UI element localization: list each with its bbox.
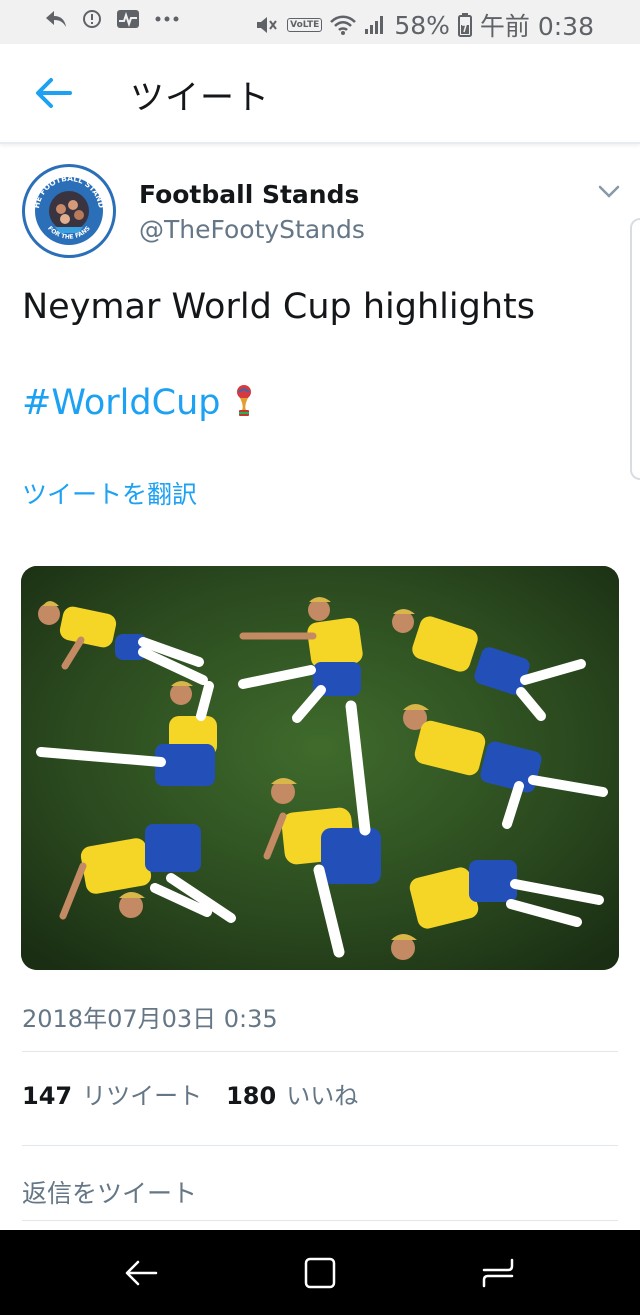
nav-back-button[interactable] xyxy=(122,1256,162,1290)
status-bar-right: VoLTE 58% 午前 0:38 xyxy=(255,7,594,43)
battery-icon xyxy=(457,13,472,37)
reply-arrow-icon xyxy=(44,8,68,30)
nav-home-button[interactable] xyxy=(300,1256,340,1290)
top-app-bar: ツイート xyxy=(0,44,640,144)
edge-panel-handle[interactable] xyxy=(630,218,640,480)
status-bar-left-icons xyxy=(44,8,180,30)
tweet-timestamp: 2018年07月03日 0:35 xyxy=(22,1005,278,1033)
volte-icon: VoLTE xyxy=(287,18,323,32)
retweet-count[interactable]: 147 xyxy=(22,1082,72,1110)
mute-icon xyxy=(255,14,279,36)
display-name[interactable]: Football Stands xyxy=(139,180,359,209)
translate-tweet-link[interactable]: ツイートを翻訳 xyxy=(22,475,197,511)
nav-recents-icon xyxy=(482,1258,514,1288)
world-cup-trophy-icon xyxy=(234,384,254,422)
tweet-media-image[interactable] xyxy=(21,566,619,970)
user-handle[interactable]: @TheFootyStands xyxy=(139,215,365,244)
status-bar: VoLTE 58% 午前 0:38 xyxy=(0,0,640,44)
nav-recents-button[interactable] xyxy=(478,1256,518,1290)
hashtag-row: #WorldCup xyxy=(22,383,254,423)
tweet-text: Neymar World Cup highlights xyxy=(22,287,535,327)
tweet-stats: 147 リツイート 180 いいね xyxy=(22,1076,382,1111)
divider xyxy=(22,1145,618,1146)
back-button[interactable] xyxy=(34,76,74,110)
tweet-menu-button[interactable] xyxy=(598,184,620,198)
like-label[interactable]: いいね xyxy=(286,1076,358,1111)
media-photo xyxy=(21,566,619,970)
wifi-icon xyxy=(330,14,357,36)
hashtag-link[interactable]: #WorldCup xyxy=(22,383,220,423)
nav-back-icon xyxy=(125,1260,158,1286)
battery-percent: 58% xyxy=(394,10,450,40)
chevron-down-icon xyxy=(598,185,620,198)
activity-icon xyxy=(116,8,140,30)
avatar[interactable]: THE FOOTBALL STANDS FOR THE FANS xyxy=(22,164,116,258)
signal-icon xyxy=(364,14,386,36)
page-title: ツイート xyxy=(130,78,270,118)
clock: 午前 0:38 xyxy=(479,12,594,41)
reply-input[interactable]: 返信をツイート xyxy=(22,1174,197,1210)
back-arrow-icon xyxy=(36,78,72,108)
like-count[interactable]: 180 xyxy=(226,1082,276,1110)
football-stands-logo: THE FOOTBALL STANDS FOR THE FANS xyxy=(25,167,112,254)
divider xyxy=(22,1220,618,1221)
retweet-label[interactable]: リツイート xyxy=(82,1076,202,1111)
nav-home-icon xyxy=(304,1257,336,1289)
system-nav-bar xyxy=(0,1230,640,1315)
divider xyxy=(22,1051,618,1052)
info-icon xyxy=(82,9,102,29)
more-dots-icon xyxy=(154,15,180,23)
